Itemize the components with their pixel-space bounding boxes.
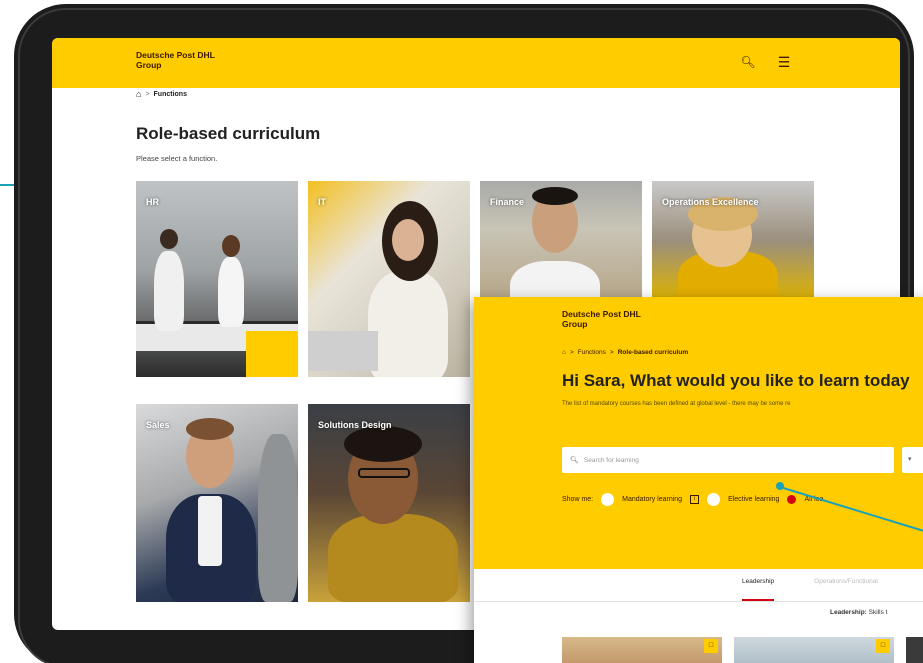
divider	[474, 601, 923, 602]
person-head	[222, 235, 240, 257]
home-icon[interactable]: ⌂	[136, 89, 141, 99]
overlay-brand-line-2: Group	[562, 319, 588, 329]
tile-label: IT	[318, 197, 326, 207]
search-button[interactable]: ▾	[902, 447, 923, 473]
bookmark-icon[interactable]: □	[704, 639, 718, 653]
search-input[interactable]: 🔍︎ Search for learning	[562, 447, 894, 473]
person-hair	[532, 187, 578, 205]
filter-label-elective: Elective learning	[728, 496, 780, 503]
person-hair	[344, 426, 422, 462]
brand-line-2: Group	[136, 60, 162, 70]
function-tile-it[interactable]: IT	[308, 181, 470, 377]
overlay-tabs: Leadership Operations/Functional	[562, 569, 923, 601]
person-figure	[368, 271, 448, 377]
tile-label: Finance	[490, 197, 525, 207]
breadcrumb-current: Functions	[153, 90, 187, 98]
person-figure	[218, 257, 244, 327]
home-icon[interactable]: ⌂	[562, 349, 566, 356]
radio-elective-learning[interactable]	[707, 493, 721, 506]
bookmark-icon[interactable]: □	[876, 639, 890, 653]
breadcrumb: ⌂ > Functions	[136, 88, 187, 100]
radio-all-learning[interactable]	[787, 495, 797, 504]
search-icon: 🔍︎	[570, 457, 579, 464]
overlay-brand-line-1: Deutsche Post DHL	[562, 309, 641, 319]
tile-label: Operations Excellence	[662, 197, 759, 207]
tab-operations-functional[interactable]: Operations/Functional	[814, 569, 878, 601]
course-card[interactable]	[906, 637, 923, 663]
breadcrumb-separator: >	[145, 90, 150, 98]
show-me-filter: Show me: Mandatory learning i Elective l…	[562, 493, 824, 506]
person-shirt	[198, 496, 222, 566]
breadcrumb-current: Role-based curriculum	[617, 349, 689, 356]
search-icon[interactable]: 🔍︎	[740, 54, 756, 70]
leadership-heading: Leadership:	[830, 609, 867, 616]
glasses-illustration	[358, 468, 410, 478]
function-tile-sales[interactable]: Sales	[136, 404, 298, 602]
tile-label: Solutions Design	[318, 420, 392, 430]
course-card[interactable]: □	[734, 637, 894, 663]
tile-label: HR	[146, 197, 159, 207]
overlay-title: Hi Sara, What would you like to learn to…	[562, 371, 910, 390]
menu-icon[interactable]: ☰	[776, 54, 792, 70]
leadership-intro: Leadership: Skills t	[830, 609, 887, 616]
breadcrumb-separator: >	[569, 349, 574, 356]
function-tile-hr[interactable]: HR	[136, 181, 298, 377]
brand-logo[interactable]: Deutsche Post DHL Group	[136, 50, 246, 70]
page-title: Role-based curriculum	[136, 124, 321, 143]
learning-screen-overlay: Deutsche Post DHL Group ⌂ > Functions > …	[474, 297, 923, 663]
tile-label: Sales	[146, 420, 170, 430]
overlay-description: The list of mandatory courses has been d…	[562, 401, 791, 407]
desk-accent	[246, 331, 298, 377]
stage: Deutsche Post DHL Group 🔍︎ ☰ ⌂ > Functio…	[0, 0, 923, 663]
page-subtitle: Please select a function.	[136, 154, 218, 163]
person-face	[392, 219, 424, 261]
function-tile-operations-excellence[interactable]: Operations Excellence	[652, 181, 814, 301]
function-tile-finance[interactable]: Finance	[480, 181, 642, 301]
person-figure-background	[258, 434, 298, 602]
info-icon[interactable]: i	[690, 495, 700, 504]
person-figure	[154, 251, 184, 331]
person-head	[160, 229, 178, 249]
callout-dot	[776, 482, 784, 490]
overlay-brand-logo[interactable]: Deutsche Post DHL Group	[562, 309, 672, 329]
overlay-hero	[474, 297, 923, 569]
person-hair	[186, 418, 234, 440]
person-figure	[328, 514, 458, 602]
function-tile-solutions-design[interactable]: Solutions Design	[308, 404, 470, 602]
tab-leadership[interactable]: Leadership	[742, 569, 775, 601]
search-placeholder: Search for learning	[583, 456, 639, 464]
course-card[interactable]: □	[562, 637, 722, 663]
leadership-text: Skills t	[868, 609, 888, 616]
person-figure	[510, 261, 600, 301]
breadcrumb-separator: >	[609, 349, 614, 356]
filter-label-mandatory: Mandatory learning	[622, 496, 683, 503]
app-header: Deutsche Post DHL Group 🔍︎ ☰	[52, 38, 900, 88]
radio-mandatory-learning[interactable]	[601, 493, 615, 506]
show-me-label: Show me:	[562, 496, 594, 503]
breadcrumb-item-functions[interactable]: Functions	[578, 349, 606, 356]
overlay-breadcrumb: ⌂ > Functions > Role-based curriculum	[562, 349, 688, 356]
laptop-illustration	[308, 331, 378, 371]
brand-line-1: Deutsche Post DHL	[136, 50, 215, 60]
